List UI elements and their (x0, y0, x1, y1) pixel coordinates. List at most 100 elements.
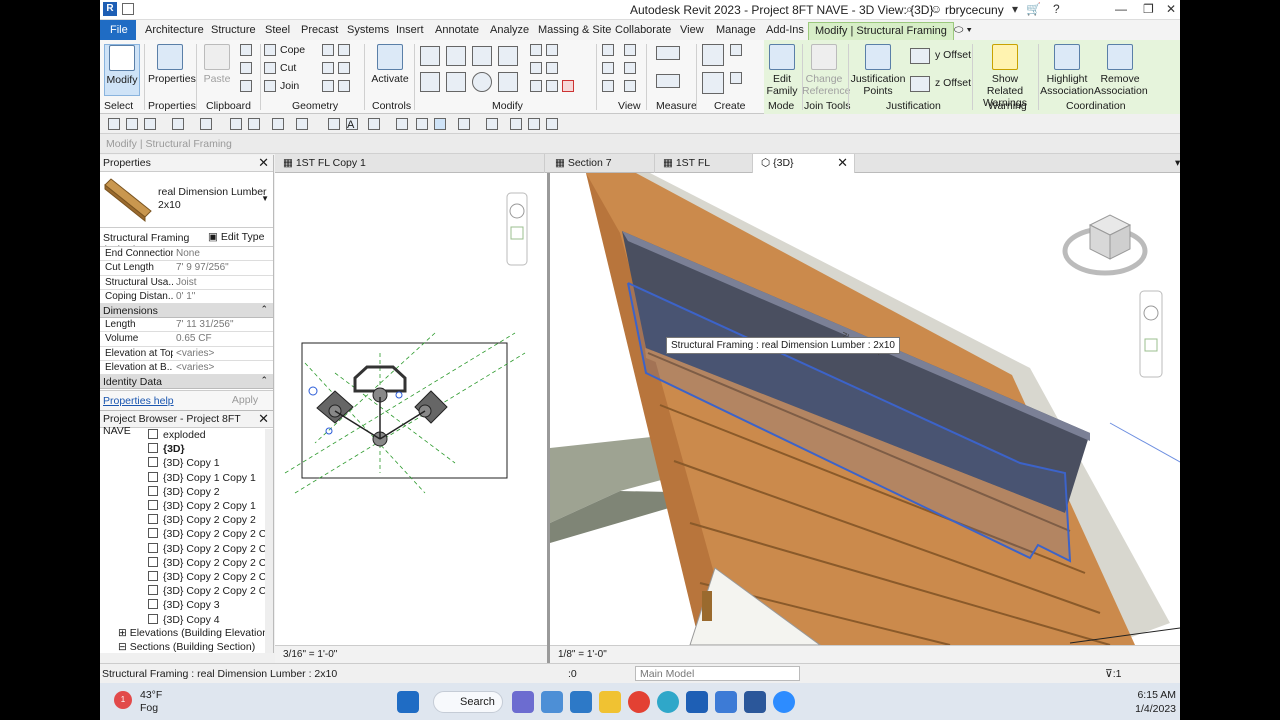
section-identity-data[interactable]: Identity Data ⌃ (100, 375, 273, 390)
browser-view-item[interactable]: {3D} Copy 2 (148, 485, 220, 498)
rotate-icon[interactable] (472, 72, 492, 92)
property-value[interactable]: 0' 1" (176, 291, 256, 302)
z-offset-button[interactable]: z Offset (935, 77, 971, 89)
browser-view-item[interactable]: {3D} Copy 2 Copy 2 Cc (148, 542, 272, 555)
tab-structure[interactable]: Structure (205, 22, 262, 40)
cut-clipboard-icon[interactable] (240, 44, 252, 56)
property-value[interactable]: 0.65 CF (176, 333, 256, 344)
revit-logo[interactable]: R (103, 2, 117, 16)
tab-precast[interactable]: Precast (295, 22, 344, 40)
highlight-association-button[interactable]: Highlight Association (1040, 44, 1094, 97)
create-assembly-icon[interactable] (702, 72, 724, 94)
app-icon[interactable] (715, 691, 737, 713)
create-similar-icon[interactable] (702, 44, 724, 66)
justification-points-button[interactable]: Justification Points (850, 44, 906, 97)
property-value[interactable]: Joist (176, 277, 256, 288)
browser-view-item[interactable]: {3D} Copy 2 Copy 2 Cc (148, 585, 272, 597)
undo-icon[interactable] (172, 118, 184, 130)
tab-modify-structural-framing[interactable]: Modify | Structural Framing (808, 22, 954, 40)
view-tool-icon[interactable] (624, 80, 636, 92)
close-icon[interactable]: ✕ (1166, 2, 1176, 16)
split-gap-icon[interactable] (546, 44, 558, 56)
tab-annotate[interactable]: Annotate (429, 22, 485, 40)
panel-measure[interactable]: Measure (656, 100, 697, 112)
tab-file[interactable]: File (100, 20, 136, 40)
copy-icon[interactable] (240, 62, 252, 74)
3d-view-canvas[interactable]: 7' - 11 3... Structural Framing : real D… (550, 173, 1180, 645)
tile-icon[interactable] (486, 118, 498, 130)
view-tool-icon[interactable] (602, 44, 614, 56)
family-filter-select[interactable]: Structural Framing (Joists) (103, 232, 203, 246)
property-row[interactable]: End Connection None (100, 247, 273, 262)
binoculars-icon[interactable]: ⌕ (906, 2, 913, 17)
split-icon[interactable] (530, 44, 542, 56)
restore-icon[interactable]: ❐ (1143, 2, 1154, 16)
save-icon[interactable] (126, 118, 138, 130)
remove-association-button[interactable]: Remove Association (1094, 44, 1148, 97)
mirror-axis-icon[interactable] (472, 46, 492, 66)
edit-type-button[interactable]: ▣ Edit Type (208, 231, 264, 243)
browser-view-item[interactable]: {3D} Copy 2 Copy 2 Cc (148, 556, 272, 569)
panel-select[interactable]: Select (104, 100, 133, 112)
measure-icon[interactable] (656, 46, 680, 60)
tab-collaborate[interactable]: Collaborate (609, 22, 677, 40)
zoom-icon[interactable] (773, 691, 795, 713)
section-dimensions[interactable]: Dimensions ⌃ (100, 304, 273, 319)
browser-scrollbar[interactable] (265, 429, 273, 653)
geometry-tool-icon[interactable] (322, 80, 334, 92)
clock[interactable]: 6:15 AM 1/4/2023 (1126, 688, 1176, 716)
help-icon[interactable]: ? (1053, 2, 1060, 16)
browser-view-item[interactable]: {3D} (148, 443, 185, 455)
tab-3d[interactable]: ⬡ {3D} ✕ (753, 154, 855, 173)
tab-options-icon[interactable]: ⬭ ▾ (948, 22, 978, 40)
active-workset-select[interactable]: Main Model (635, 666, 800, 681)
3d-view-scale[interactable]: 1/8" = 1'-0" (558, 649, 607, 660)
plan-scale[interactable]: 3/16" = 1'-0" (283, 649, 337, 660)
property-value[interactable]: <varies> (176, 348, 256, 359)
copy-element-icon[interactable] (446, 72, 466, 92)
tab-insert[interactable]: Insert (390, 22, 430, 40)
property-value[interactable]: <varies> (176, 362, 256, 373)
navigation-bar[interactable] (1139, 290, 1163, 378)
y-offset-button[interactable]: y Offset (935, 49, 971, 61)
cut-geometry-icon[interactable] (264, 62, 276, 74)
collapse-icon[interactable]: ⌃ (260, 375, 268, 386)
tab-view[interactable]: View (674, 22, 710, 40)
edit-family-button[interactable]: Edit Family (764, 44, 800, 97)
type-selector[interactable]: real Dimension Lumber 2x10 ▼ (100, 172, 273, 228)
browser-view-item[interactable]: {3D} Copy 2 Copy 1 (148, 500, 256, 512)
property-value[interactable]: 7' 11 31/256" (176, 319, 256, 330)
property-row[interactable]: Cut Length 7' 9 97/256" (100, 261, 273, 276)
tab-manage[interactable]: Manage (710, 22, 762, 40)
properties-button[interactable]: Properties (148, 44, 196, 85)
align-icon[interactable] (420, 46, 440, 66)
trim-extend-icon[interactable] (498, 72, 518, 92)
properties-help-link[interactable]: Properties help (103, 395, 174, 407)
create-parts-icon[interactable] (730, 72, 742, 84)
close-icon[interactable]: ✕ (258, 155, 269, 171)
property-row[interactable]: Structural Usa... Joist (100, 276, 273, 290)
browser-group[interactable]: ⊞ Elevations (Building Elevation (118, 627, 268, 639)
collapse-icon[interactable]: ⌃ (260, 304, 268, 315)
property-value[interactable]: None (176, 248, 256, 259)
revit-taskbar-icon[interactable] (686, 691, 708, 713)
dimension-icon[interactable] (656, 74, 680, 88)
property-row[interactable]: Length 7' 11 31/256" (100, 318, 273, 333)
property-row[interactable]: Volume 0.65 CF (100, 332, 273, 347)
browser-view-item[interactable]: {3D} Copy 1 Copy 1 (148, 471, 256, 484)
tab-section-7[interactable]: ▦ Section 7 (547, 154, 655, 173)
tab-analyze[interactable]: Analyze (484, 22, 535, 40)
dimension-qat-icon[interactable] (296, 118, 308, 130)
section-icon[interactable] (396, 118, 408, 130)
scale-icon[interactable] (546, 62, 558, 74)
redo-icon[interactable] (200, 118, 212, 130)
search-box[interactable]: Search (433, 691, 503, 713)
tab-dropdown-icon[interactable]: ▾ (1167, 154, 1180, 173)
user-interface-icon[interactable] (510, 118, 522, 130)
close-icon[interactable]: ✕ (837, 155, 848, 171)
chrome-icon[interactable] (628, 691, 650, 713)
browser-view-item[interactable]: {3D} Copy 1 (148, 457, 220, 469)
teams-icon[interactable] (512, 691, 534, 713)
tab-1st-fl-copy-1[interactable]: ▦ 1ST FL Copy 1 (275, 154, 545, 173)
open-icon[interactable] (108, 118, 120, 130)
